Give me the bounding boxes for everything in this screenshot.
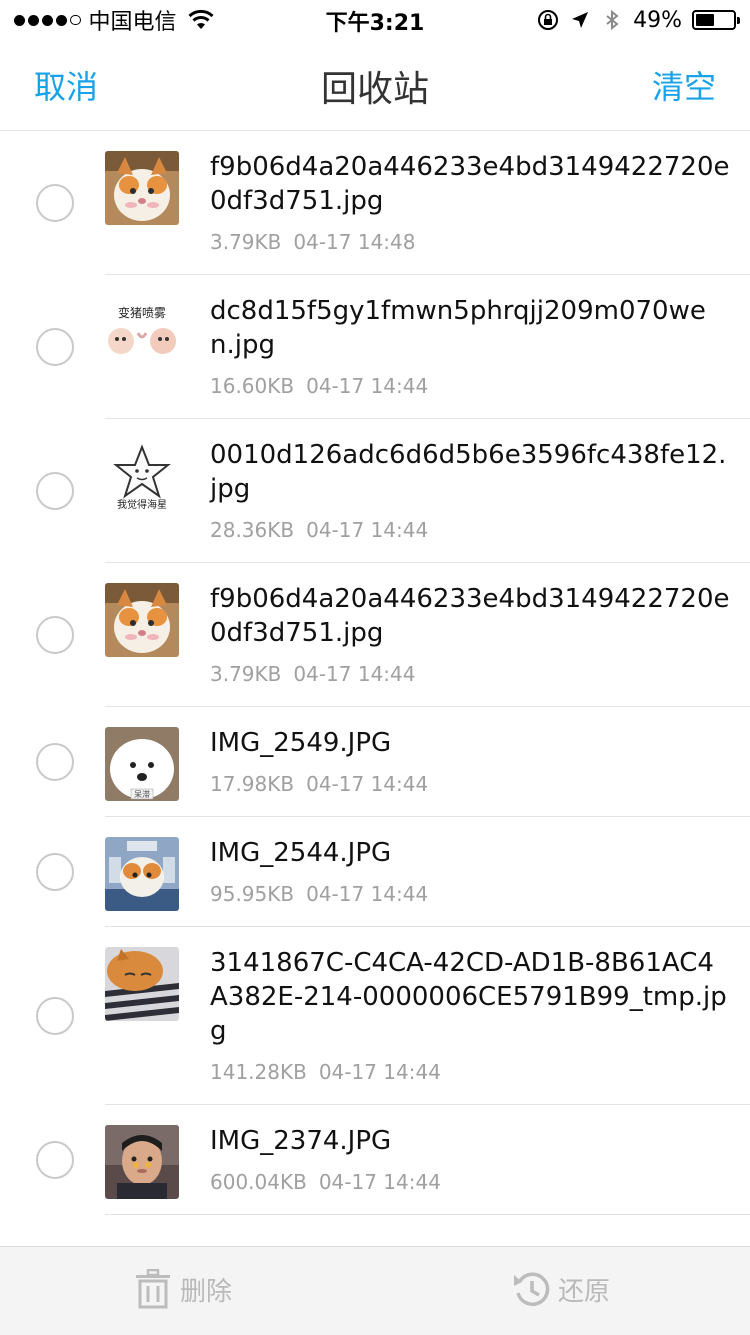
clear-all-button[interactable]: 清空 <box>652 62 716 108</box>
file-date: 04-17 14:48 <box>293 230 416 254</box>
thumbnail-image <box>105 583 179 657</box>
thumbnail-image: 呆滞 <box>105 727 179 801</box>
list-item[interactable]: 呆滞 IMG_2549.JPG 17.98KB 04-17 14:44 <box>36 707 750 817</box>
thumbnail-image <box>105 151 179 225</box>
file-name: IMG_2544.JPG <box>210 838 392 868</box>
list-item[interactable]: IMG_2374.JPG 600.04KB 04-17 14:44 <box>36 1105 750 1215</box>
restore-button[interactable]: 还原 <box>512 1269 610 1309</box>
file-size: 141.28KB <box>210 1060 307 1084</box>
battery-icon <box>692 10 740 30</box>
select-radio[interactable] <box>36 615 74 654</box>
recycle-bin-list: f9b06d4a20a446233e4bd3149422720e0df3d751… <box>0 131 750 1215</box>
file-date: 04-17 14:44 <box>306 374 429 398</box>
bluetooth-icon <box>606 9 619 31</box>
file-date: 04-17 14:44 <box>293 662 416 686</box>
thumbnail-image: 我觉得海星 <box>105 439 179 513</box>
select-radio[interactable] <box>36 471 74 510</box>
file-name: IMG_2549.JPG <box>210 728 392 758</box>
file-date: 04-17 14:44 <box>318 1060 441 1084</box>
delete-button[interactable]: 删除 <box>134 1269 232 1309</box>
list-item[interactable]: f9b06d4a20a446233e4bd3149422720e0df3d751… <box>36 131 750 275</box>
navigation-bar: 取消 回收站 清空 <box>0 40 750 131</box>
file-size: 17.98KB <box>210 772 295 796</box>
list-item[interactable]: 变猪喷雾 dc8d15f5gy1fmwn5phrqjj209m070wen.jp… <box>36 275 750 419</box>
file-date: 04-17 14:44 <box>306 772 429 796</box>
location-arrow-icon <box>572 12 589 28</box>
thumbnail-image: 变猪喷雾 <box>105 295 179 369</box>
select-radio[interactable] <box>36 852 74 891</box>
trash-icon <box>136 1269 170 1309</box>
file-name: IMG_2374.JPG <box>210 1126 392 1156</box>
file-size: 28.36KB <box>210 518 295 542</box>
thumbnail-image <box>105 947 179 1021</box>
delete-label: 删除 <box>180 1276 233 1307</box>
select-radio[interactable] <box>36 1140 74 1179</box>
thumbnail-caption: 我觉得海星 <box>117 498 167 511</box>
file-date: 04-17 14:44 <box>318 1170 441 1194</box>
file-date: 04-17 14:44 <box>306 882 429 906</box>
select-radio[interactable] <box>36 183 74 222</box>
page-title: 回收站 <box>320 69 429 110</box>
file-name: 0010d126adc6d6d5b6e3596fc438fe12.jpg <box>210 440 727 504</box>
restore-label: 还原 <box>558 1276 611 1307</box>
file-name: f9b06d4a20a446233e4bd3149422720e0df3d751… <box>210 152 730 216</box>
thumbnail-image <box>105 1125 179 1199</box>
file-name: 3141867C-C4CA-42CD-AD1B-8B61AC4A382E-214… <box>210 948 727 1046</box>
file-size: 3.79KB <box>210 662 282 686</box>
restore-icon <box>514 1272 550 1306</box>
file-size: 600.04KB <box>210 1170 307 1194</box>
select-radio[interactable] <box>36 742 74 781</box>
status-bar: 中国电信 下午3:21 49% <box>0 0 750 40</box>
select-radio[interactable] <box>36 996 74 1035</box>
file-date: 04-17 14:44 <box>306 518 429 542</box>
bottom-toolbar: 删除 还原 <box>0 1246 750 1335</box>
list-item[interactable]: IMG_2544.JPG 95.95KB 04-17 14:44 <box>36 817 750 927</box>
thumbnail-caption: 变猪喷雾 <box>118 305 166 320</box>
battery-percentage: 49% <box>633 7 682 33</box>
thumbnail-image <box>105 837 179 911</box>
file-name: dc8d15f5gy1fmwn5phrqjj209m070wen.jpg <box>210 296 706 360</box>
file-size: 95.95KB <box>210 882 295 906</box>
list-item[interactable]: 3141867C-C4CA-42CD-AD1B-8B61AC4A382E-214… <box>36 927 750 1105</box>
select-radio[interactable] <box>36 327 74 366</box>
file-size: 3.79KB <box>210 230 282 254</box>
list-item[interactable]: f9b06d4a20a446233e4bd3149422720e0df3d751… <box>36 563 750 707</box>
list-item[interactable]: 我觉得海星 0010d126adc6d6d5b6e3596fc438fe12.j… <box>36 419 750 563</box>
file-size: 16.60KB <box>210 374 295 398</box>
thumbnail-caption: 呆滞 <box>134 789 150 799</box>
file-name: f9b06d4a20a446233e4bd3149422720e0df3d751… <box>210 584 730 648</box>
orientation-lock-icon <box>538 10 559 30</box>
